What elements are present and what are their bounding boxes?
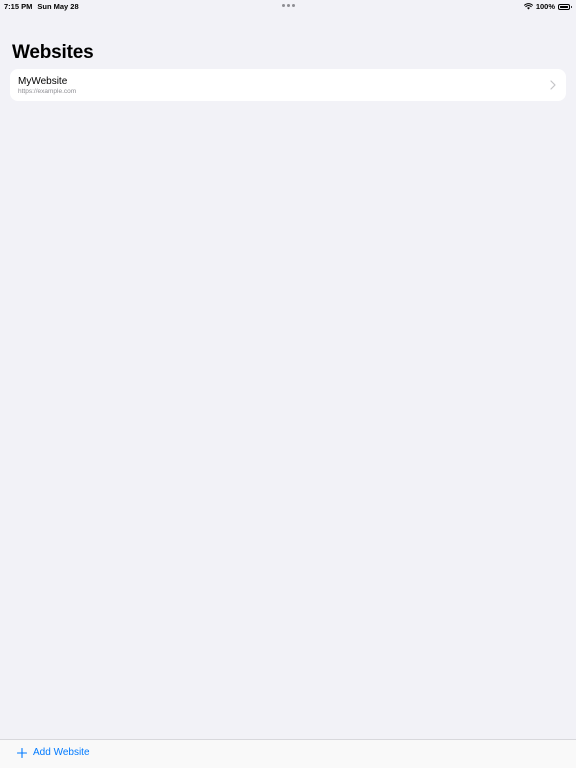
dot [292, 4, 295, 7]
website-name: MyWebsite [18, 76, 68, 87]
dot [287, 4, 290, 7]
website-url: https://example.com [18, 88, 77, 95]
battery-icon [558, 3, 572, 10]
status-time: 7:15 PM [4, 2, 33, 11]
status-left: 7:15 PM Sun May 28 [4, 2, 79, 11]
battery-fill [560, 5, 568, 8]
wifi-icon [523, 3, 533, 10]
page-title: Websites [12, 42, 94, 63]
bottom-toolbar: Add Website [0, 739, 576, 768]
plus-icon [17, 747, 27, 758]
website-list: MyWebsite https://example.com [10, 69, 566, 101]
battery-percent: 100% [535, 2, 555, 11]
add-website-label: Add Website [33, 747, 90, 758]
status-date: Sun May 28 [37, 2, 79, 11]
add-website-button[interactable]: Add Website [17, 747, 90, 758]
status-bar: 7:15 PM Sun May 28 100% [0, 0, 576, 12]
status-right: 100% [523, 2, 572, 11]
chevron-right-icon [550, 80, 556, 90]
dot [282, 4, 285, 7]
multitasking-dots-icon[interactable] [282, 4, 295, 7]
